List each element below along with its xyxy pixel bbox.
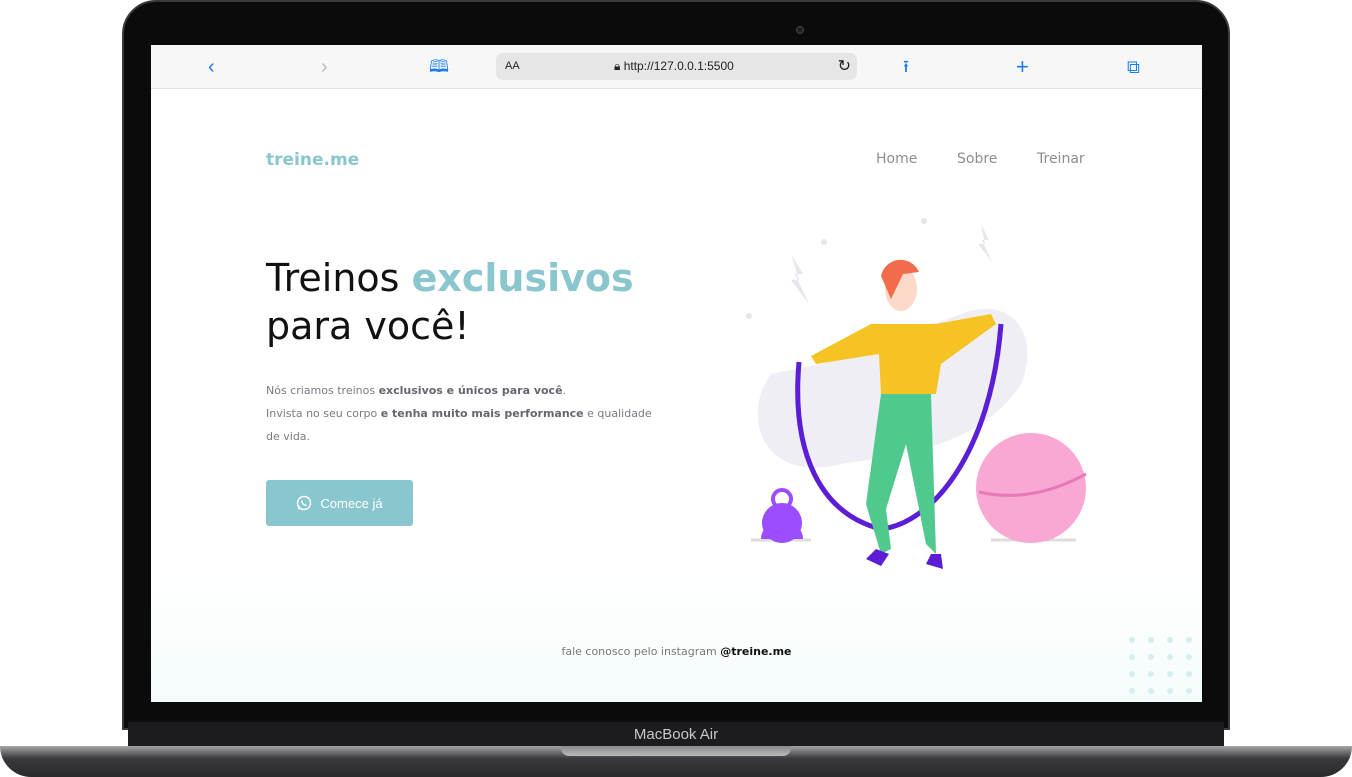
nav-home[interactable]: Home <box>876 151 917 167</box>
tabs-icon[interactable]: ⧉ <box>1127 55 1140 79</box>
chevron-left-icon[interactable]: ‹ <box>208 55 215 79</box>
footer-text: fale conosco pelo instagram @treine.me <box>561 645 792 658</box>
screen: ‹ › 🕮 AA 🔒︎ http://127.0.0.1:5500 ↻ ⭱ + … <box>151 45 1202 702</box>
browser-toolbar: ‹ › 🕮 AA 🔒︎ http://127.0.0.1:5500 ↻ ⭱ + … <box>151 45 1202 89</box>
instagram-link[interactable]: @treine.me <box>720 645 791 658</box>
chevron-right-icon[interactable]: › <box>321 55 328 79</box>
reload-icon[interactable]: ↻ <box>838 56 851 76</box>
site-logo[interactable]: treine.me <box>266 150 359 170</box>
hero-description: Nós criamos treinos exclusivos e únicos … <box>266 384 652 443</box>
nav-treinar[interactable]: Treinar <box>1037 151 1085 167</box>
url-text: http://127.0.0.1:5500 <box>623 59 734 73</box>
dot-pattern <box>1129 637 1194 694</box>
device-label: MacBook Air <box>128 722 1224 748</box>
book-icon[interactable]: 🕮 <box>429 55 449 79</box>
address-bar[interactable]: AA 🔒︎ http://127.0.0.1:5500 ↻ <box>496 53 857 80</box>
start-button[interactable]: Comece já <box>266 480 413 526</box>
hero-title: Treinos exclusivos para você! <box>266 256 634 348</box>
camera <box>796 26 804 34</box>
share-icon[interactable]: ⭱ <box>903 55 909 79</box>
nav-sobre[interactable]: Sobre <box>957 151 997 167</box>
web-page: treine.me Home Sobre Treinar Treinos exc… <box>151 89 1202 702</box>
plus-icon[interactable]: + <box>1016 55 1029 79</box>
whatsapp-icon <box>297 495 312 511</box>
text-size-button[interactable]: AA <box>505 60 520 72</box>
lock-icon: 🔒︎ <box>614 59 624 73</box>
laptop-notch <box>561 746 791 756</box>
jump-rope-illustration <box>746 218 1087 569</box>
